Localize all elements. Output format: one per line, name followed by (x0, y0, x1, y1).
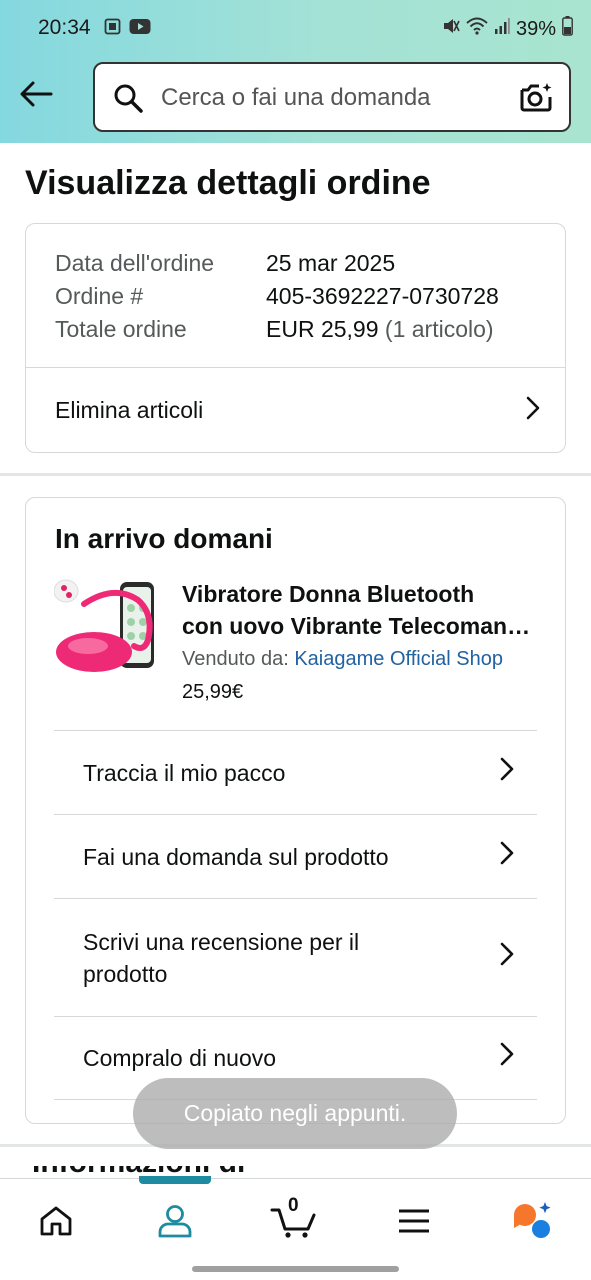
order-summary-card: Data dell'ordine 25 mar 2025 Ordine # 40… (25, 223, 566, 453)
search-icon (113, 83, 143, 118)
next-section-title: Informazioni di pagamento (32, 1166, 412, 1178)
search-input[interactable] (161, 76, 501, 120)
nav-cart[interactable]: 0 (264, 1195, 324, 1243)
back-button[interactable] (16, 76, 56, 112)
delete-items-label: Elimina articoli (55, 397, 204, 423)
signal-icon (494, 17, 510, 41)
app-header: 20:34 39% (0, 0, 591, 143)
gallery-icon (104, 18, 121, 40)
account-icon (158, 1205, 192, 1238)
home-icon (40, 1206, 72, 1236)
delete-items-button[interactable]: Elimina articoli (26, 368, 565, 453)
product-image[interactable] (53, 578, 158, 678)
search-bar[interactable] (93, 62, 571, 132)
back-arrow-icon (20, 81, 53, 107)
order-date-row: Data dell'ordine 25 mar 2025 (55, 248, 499, 281)
nav-rufus[interactable] (502, 1199, 562, 1243)
nav-account[interactable] (145, 1199, 205, 1243)
product-title-line2: con uovo Vibrante Telecomando... (182, 613, 542, 639)
section-separator (0, 473, 591, 476)
rufus-icon (514, 1202, 551, 1238)
battery-icon (562, 16, 573, 42)
bottom-nav: 0 (0, 1176, 591, 1280)
copied-toast: Copiato negli appunti. (133, 1078, 457, 1149)
active-tab-indicator (139, 1176, 211, 1184)
camera-search-icon[interactable] (519, 81, 553, 120)
write-review-button[interactable]: Scrivi una recensione per il prodotto (54, 898, 537, 1016)
nav-menu[interactable] (384, 1199, 444, 1243)
shipment-heading: In arrivo domani (55, 523, 273, 554)
order-total-value: EUR 25,99 (266, 316, 379, 342)
chevron-right-icon (499, 756, 515, 790)
payment-info-heading: Informazioni di pagamento (32, 1166, 412, 1178)
mute-icon (442, 17, 460, 41)
menu-icon (399, 1209, 429, 1233)
page-title: Visualizza dettagli ordine (25, 164, 431, 202)
wifi-icon (466, 17, 488, 41)
order-number-row[interactable]: Ordine # 405-3692227-0730728 (55, 281, 499, 314)
order-date-label: Data dell'ordine (55, 250, 215, 276)
ask-question-label: Fai una domanda sul prodotto (83, 843, 389, 870)
buy-again-label: Compralo di nuovo (83, 1045, 277, 1071)
seller-link[interactable]: Kaiagame Official Shop (294, 648, 503, 670)
chevron-right-icon (499, 1041, 515, 1075)
product-title[interactable]: Vibratore Donna Bluetooth con uovo Vibra… (182, 578, 542, 642)
status-bar: 20:34 39% (0, 0, 591, 56)
chevron-right-icon (525, 395, 541, 427)
youtube-icon (129, 18, 151, 40)
order-number-value[interactable]: 405-3692227-0730728 (266, 281, 499, 314)
product-title-line1: Vibratore Donna Bluetooth (182, 581, 475, 607)
order-total-row: Totale ordine EUR 25,99 (1 articolo) (55, 314, 499, 347)
order-item-count: (1 articolo) (384, 316, 494, 342)
chevron-right-icon (499, 840, 515, 874)
status-time: 20:34 (38, 16, 91, 39)
seller-info: Venduto da: Kaiagame Official Shop (182, 648, 503, 671)
order-date-value: 25 mar 2025 (266, 250, 396, 276)
shipment-actions: Traccia il mio pacco Fai una domanda sul… (54, 730, 537, 1100)
seller-prefix: Venduto da: (182, 648, 289, 670)
product-price: 25,99€ (182, 681, 244, 703)
gesture-handle (192, 1266, 399, 1272)
track-package-label: Traccia il mio pacco (83, 759, 286, 786)
chevron-right-icon (499, 941, 515, 975)
cart-count: 0 (288, 1195, 299, 1216)
order-number-label: Ordine # (55, 283, 144, 309)
order-total-label: Totale ordine (55, 316, 187, 342)
shipment-card: In arrivo domani Vibratore Donna Bluetoo… (25, 497, 566, 1124)
nav-home[interactable] (26, 1199, 86, 1243)
track-package-button[interactable]: Traccia il mio pacco (54, 730, 537, 814)
ask-question-button[interactable]: Fai una domanda sul prodotto (54, 814, 537, 898)
battery-label: 39% (515, 17, 556, 40)
write-review-label: Scrivi una recensione per il prodotto (83, 928, 360, 987)
